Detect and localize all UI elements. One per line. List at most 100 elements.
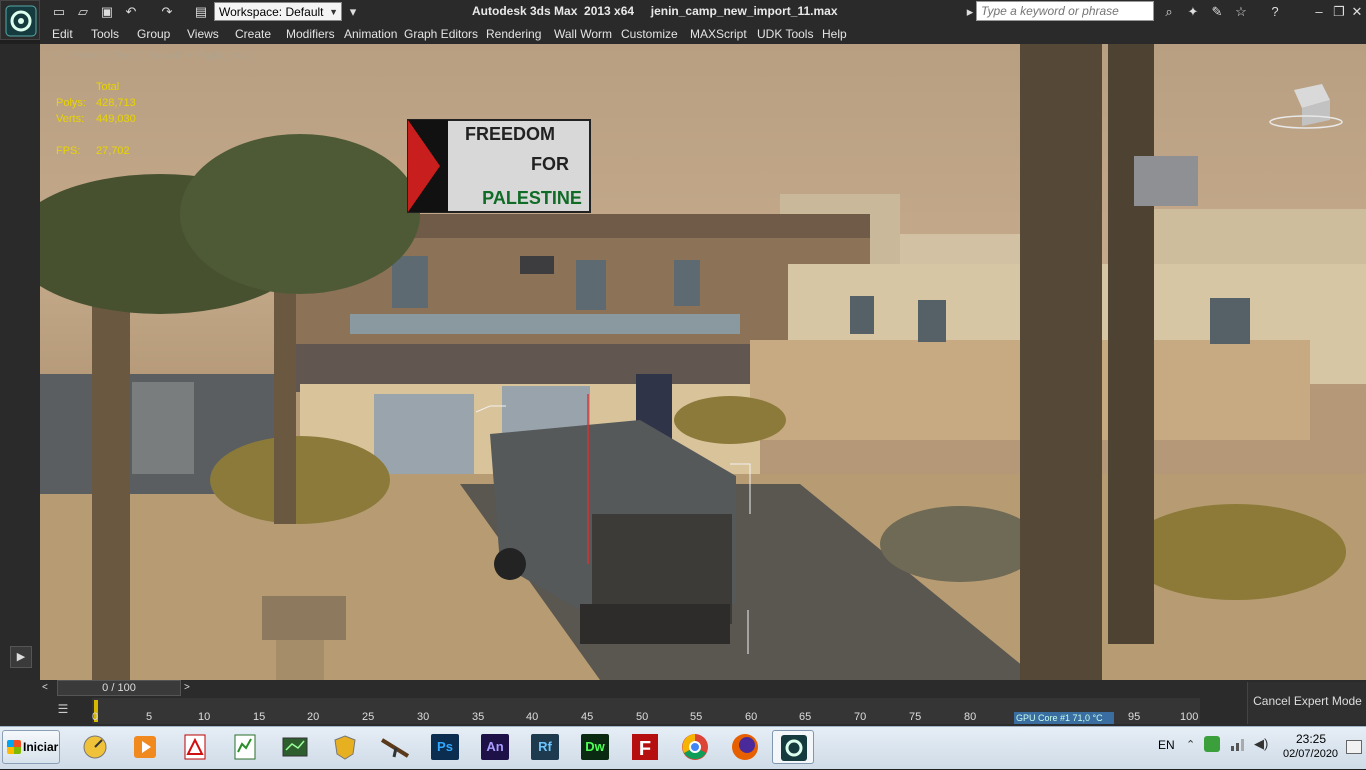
clock-time[interactable]: 23:25 (1296, 732, 1326, 746)
time-slider-prev-icon[interactable]: < (42, 682, 48, 693)
menu-graph-editors[interactable]: Graph Editors (404, 27, 478, 41)
menu-rendering[interactable]: Rendering (486, 27, 541, 41)
window-title: Autodesk 3ds Max 2013 x64 jenin_camp_new… (472, 4, 838, 18)
taskbar-dreamweaver-icon[interactable]: Dw (581, 734, 609, 760)
track-tick: 50 (636, 711, 649, 723)
start-label: Iniciar (23, 740, 59, 754)
taskbar-firefox-icon[interactable] (724, 730, 766, 764)
track-tick: 75 (909, 711, 922, 723)
project-folder-icon[interactable]: ▤ (192, 3, 210, 21)
track-tick: 25 (362, 711, 375, 723)
billboard-line1: FREEDOM (465, 124, 555, 144)
menu-wall-worm[interactable]: Wall Worm (554, 27, 612, 41)
tray-sync-icon[interactable] (1204, 736, 1220, 752)
toolbar-overflow-icon[interactable]: ▾ (344, 3, 362, 21)
left-toolbar-strip (0, 44, 41, 681)
favorites-icon[interactable]: ☆ (1232, 3, 1250, 21)
action-center-icon[interactable] (1346, 740, 1362, 754)
taskbar-notepad-icon[interactable] (224, 730, 266, 764)
stats-verts-value: 449,030 (96, 113, 136, 125)
network-signal-icon[interactable] (1230, 737, 1246, 751)
taskbar-pdf-icon[interactable] (174, 730, 216, 764)
scene-render: FREEDOM FOR PALESTINE (40, 44, 1366, 680)
track-tick: 30 (417, 711, 430, 723)
stats-fps-value: 27,702 (96, 145, 130, 157)
input-language[interactable]: EN (1158, 738, 1175, 752)
menu-group[interactable]: Group (137, 27, 170, 41)
communication-icon[interactable]: ✎ (1208, 3, 1226, 21)
maximize-icon[interactable]: ❐ (1330, 3, 1348, 21)
track-tick: 80 (964, 711, 977, 723)
menu-animation[interactable]: Animation (344, 27, 397, 41)
redo-icon[interactable]: ↷ (158, 3, 176, 21)
svg-text:F: F (639, 738, 651, 760)
show-hidden-icons-icon[interactable]: ⌃ (1186, 738, 1195, 751)
cancel-expert-mode-button[interactable]: Cancel Expert Mode (1247, 682, 1366, 724)
stats-fps-label: FPS: (56, 145, 81, 157)
play-icon[interactable]: ▶ (10, 646, 32, 668)
stats-polys-value: 428,713 (96, 97, 136, 109)
menu-create[interactable]: Create (235, 27, 271, 41)
perspective-viewport[interactable]: FREEDOM FOR PALESTINE (40, 44, 1366, 680)
undo-icon[interactable]: ↶ (122, 3, 140, 21)
clock-date[interactable]: 02/07/2020 (1283, 748, 1338, 760)
track-tick: 45 (581, 711, 594, 723)
time-slider[interactable]: 0 / 100 (57, 680, 181, 696)
chevron-down-icon: ▼ (329, 7, 338, 17)
viewport-label[interactable]: [ + ] [ Perspective ] [ Smooth + Highlig… (46, 50, 251, 62)
menu-tools[interactable]: Tools (91, 27, 119, 41)
track-tick: 65 (799, 711, 812, 723)
close-icon[interactable]: ✕ (1348, 3, 1366, 21)
billboard-line2: FOR (531, 154, 569, 174)
taskbar-rifle-icon[interactable] (374, 730, 416, 764)
help-icon[interactable]: ? (1266, 3, 1284, 21)
taskbar-chrome-icon[interactable] (674, 730, 716, 764)
track-tick: 20 (307, 711, 320, 723)
windows-logo-icon (7, 740, 21, 754)
taskbar-windows-shield-icon[interactable] (324, 730, 366, 764)
volume-icon[interactable]: ◀) (1254, 736, 1268, 752)
new-file-icon[interactable]: ▭ (50, 3, 68, 21)
billboard-line3: PALESTINE (482, 188, 582, 208)
menu-edit[interactable]: Edit (52, 27, 73, 41)
workspace-dropdown[interactable]: Workspace: Default ▼ (214, 2, 342, 21)
workspace-value: Workspace: Default (219, 5, 324, 19)
track-tick: 70 (854, 711, 867, 723)
menu-customize[interactable]: Customize (621, 27, 678, 41)
open-file-icon[interactable]: ▱ (74, 3, 92, 21)
3dsmax-logo-icon (5, 5, 37, 37)
track-tick: 15 (253, 711, 266, 723)
subscription-icon[interactable]: ✦ (1184, 3, 1202, 21)
menu-views[interactable]: Views (187, 27, 219, 41)
taskbar-3dsmax-icon[interactable] (772, 730, 814, 764)
menu-modifiers[interactable]: Modifiers (286, 27, 335, 41)
stats-total-label: Total (96, 81, 120, 93)
taskbar-network-monitor-icon[interactable] (274, 730, 316, 764)
taskbar-photoshop-icon[interactable]: Ps (431, 734, 459, 760)
track-tick: 60 (745, 711, 758, 723)
start-button[interactable]: Iniciar (2, 730, 60, 764)
save-icon[interactable]: ▣ (98, 3, 116, 21)
minimize-icon[interactable]: – (1310, 3, 1328, 21)
app-menu-button[interactable] (0, 0, 40, 40)
binoculars-icon[interactable]: ⌕ (1160, 3, 1178, 21)
stats-polys-label: Polys: (56, 97, 86, 109)
taskbar-tool-icon[interactable] (74, 730, 116, 764)
viewcube-icon (1269, 84, 1343, 129)
track-bar-toggle-icon[interactable]: ☰ (52, 702, 74, 720)
taskbar-animate-icon[interactable]: An (481, 734, 509, 760)
gpu-temperature-readout: GPU Core #1 71,0 °C (1014, 712, 1114, 724)
track-tick: 40 (526, 711, 539, 723)
track-tick: 35 (472, 711, 485, 723)
track-tick: 0 (92, 711, 99, 723)
time-slider-next-icon[interactable]: > (184, 682, 190, 693)
menu-maxscript[interactable]: MAXScript (690, 27, 747, 41)
menu-help[interactable]: Help (822, 27, 847, 41)
taskbar-filezilla-icon[interactable]: F (624, 730, 666, 764)
stats-verts-label: Verts: (56, 113, 85, 125)
menu-udk-tools[interactable]: UDK Tools (757, 27, 813, 41)
taskbar-media-player-icon[interactable] (124, 730, 166, 764)
search-input[interactable] (976, 1, 1154, 21)
track-tick: 100 (1180, 711, 1199, 723)
taskbar-reflector-icon[interactable]: Rf (531, 734, 559, 760)
